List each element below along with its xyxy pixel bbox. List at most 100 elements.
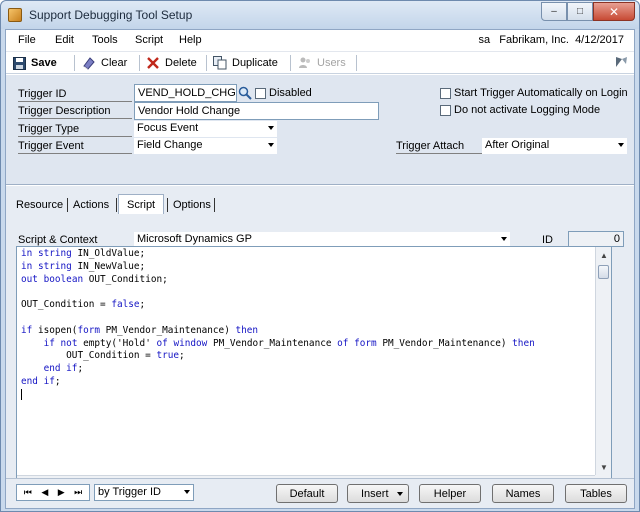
trigger-attach-value: After Original: [485, 139, 550, 151]
script-id-field: 0: [568, 231, 624, 247]
delete-x-icon: [146, 56, 160, 70]
helper-button[interactable]: Helper: [419, 484, 481, 503]
chevron-down-icon: [268, 126, 274, 130]
previous-record-icon[interactable]: ◀: [41, 487, 48, 498]
users-icon: [298, 56, 312, 70]
minimize-button[interactable]: –: [541, 2, 567, 21]
delete-label: Delete: [165, 57, 197, 69]
trigger-type-label: Trigger Type: [18, 123, 132, 137]
description-label: Trigger Description: [18, 105, 132, 119]
menu-edit[interactable]: Edit: [55, 34, 74, 46]
maximize-button[interactable]: □: [567, 2, 593, 21]
tab-separator: [214, 198, 215, 212]
scroll-up-icon[interactable]: ▲: [596, 247, 611, 263]
duplicate-button[interactable]: Duplicate: [213, 55, 278, 71]
user-name: sa: [478, 34, 491, 46]
no-logging-checkbox[interactable]: [440, 105, 451, 116]
trigger-type-dropdown[interactable]: Focus Event: [134, 121, 277, 137]
trigger-event-dropdown[interactable]: Field Change: [134, 138, 277, 154]
chevron-down-icon: [184, 490, 190, 494]
script-context-value: Microsoft Dynamics GP: [137, 233, 252, 245]
client-area: File Edit Tools Script Help sa Fabrikam,…: [5, 29, 635, 509]
script-id-label: ID: [542, 234, 553, 246]
script-code[interactable]: in string IN_OldValue; in string IN_NewV…: [21, 248, 595, 474]
delete-button[interactable]: Delete: [146, 55, 197, 71]
disabled-checkbox[interactable]: [255, 88, 266, 99]
toolbar-separator: [139, 55, 140, 71]
tables-button[interactable]: Tables: [565, 484, 627, 503]
tab-separator: [167, 198, 168, 212]
next-record-icon[interactable]: ▶: [58, 487, 65, 498]
no-logging-label: Do not activate Logging Mode: [454, 104, 601, 116]
users-label: Users: [317, 57, 346, 69]
menu-bar: File Edit Tools Script Help sa Fabrikam,…: [6, 30, 634, 52]
users-button[interactable]: Users: [298, 55, 346, 71]
bottom-bar: ⏮ ◀ ▶ ⏭ by Trigger ID Default Insert Hel…: [6, 478, 634, 508]
trigger-attach-dropdown[interactable]: After Original: [482, 138, 627, 154]
toolbar-separator: [356, 55, 357, 71]
trigger-event-value: Field Change: [137, 139, 203, 151]
tab-strip: Resource Actions Script Options: [6, 186, 634, 215]
tab-options[interactable]: Options: [173, 196, 211, 214]
menu-help[interactable]: Help: [179, 34, 202, 46]
scroll-down-icon[interactable]: ▼: [596, 459, 611, 475]
description-field[interactable]: Vendor Hold Change: [134, 102, 379, 120]
toolbar-separator: [206, 55, 207, 71]
last-record-icon[interactable]: ⏭: [74, 487, 82, 498]
user-date: 4/12/2017: [575, 34, 624, 46]
duplicate-label: Duplicate: [232, 57, 278, 69]
eraser-icon: [82, 56, 96, 70]
menu-script[interactable]: Script: [135, 34, 163, 46]
toolbar-separator: [290, 55, 291, 71]
tab-resource[interactable]: Resource: [16, 196, 63, 214]
lookup-magnifier-icon[interactable]: [237, 85, 253, 101]
window-title: Support Debugging Tool Setup: [29, 8, 193, 22]
script-editor[interactable]: in string IN_OldValue; in string IN_NewV…: [16, 246, 612, 492]
trigger-type-value: Focus Event: [137, 122, 199, 134]
vertical-scrollbar[interactable]: ▲ ▼: [595, 247, 611, 475]
sort-order-value: by Trigger ID: [98, 486, 161, 498]
save-button[interactable]: Save: [12, 55, 57, 71]
sort-order-dropdown[interactable]: by Trigger ID: [94, 484, 194, 501]
names-button[interactable]: Names: [492, 484, 554, 503]
first-record-icon[interactable]: ⏮: [24, 487, 32, 498]
duplicate-icon: [213, 56, 227, 70]
save-label: Save: [31, 57, 57, 69]
clear-label: Clear: [101, 57, 128, 69]
floppy-disk-icon: [12, 56, 26, 70]
default-button[interactable]: Default: [276, 484, 338, 503]
help-icon[interactable]: [614, 55, 628, 69]
chevron-down-icon: [397, 492, 403, 496]
vertical-scroll-thumb[interactable]: [598, 265, 609, 279]
disabled-label: Disabled: [269, 87, 312, 99]
insert-button[interactable]: Insert: [347, 484, 409, 503]
record-navigation: ⏮ ◀ ▶ ⏭: [16, 484, 90, 501]
menu-file[interactable]: File: [18, 34, 36, 46]
user-company-date: sa Fabrikam, Inc. 4/12/2017: [478, 34, 624, 46]
toolbar-separator: [74, 55, 75, 71]
title-bar[interactable]: Support Debugging Tool Setup – □ ✕: [1, 1, 639, 29]
tab-separator: [67, 198, 68, 212]
start-automatically-checkbox[interactable]: [440, 88, 451, 99]
chevron-down-icon: [618, 143, 624, 147]
chevron-down-icon: [268, 143, 274, 147]
app-icon: [8, 8, 22, 22]
text-cursor: [21, 388, 22, 400]
start-automatically-label: Start Trigger Automatically on Login: [454, 87, 628, 99]
clear-button[interactable]: Clear: [82, 55, 127, 71]
app-window: Support Debugging Tool Setup – □ ✕ File …: [0, 0, 640, 512]
trigger-event-label: Trigger Event: [18, 140, 132, 154]
trigger-attach-label: Trigger Attach: [396, 140, 482, 154]
script-panel: Script & Context Microsoft Dynamics GP I…: [6, 214, 634, 500]
trigger-id-label: Trigger ID: [18, 88, 132, 102]
menu-tools[interactable]: Tools: [92, 34, 118, 46]
tab-separator: [116, 198, 117, 212]
trigger-id-field[interactable]: VEND_HOLD_CHG: [134, 84, 237, 102]
tab-actions[interactable]: Actions: [73, 196, 109, 214]
insert-label: Insert: [361, 487, 389, 500]
close-button[interactable]: ✕: [593, 2, 635, 21]
trigger-header: Trigger ID VEND_HOLD_CHG Disabled Trigge…: [6, 75, 634, 185]
tab-script[interactable]: Script: [118, 194, 165, 215]
chevron-down-icon: [501, 237, 507, 241]
toolbar: Save Clear Delete Duplicate Users: [6, 52, 634, 74]
